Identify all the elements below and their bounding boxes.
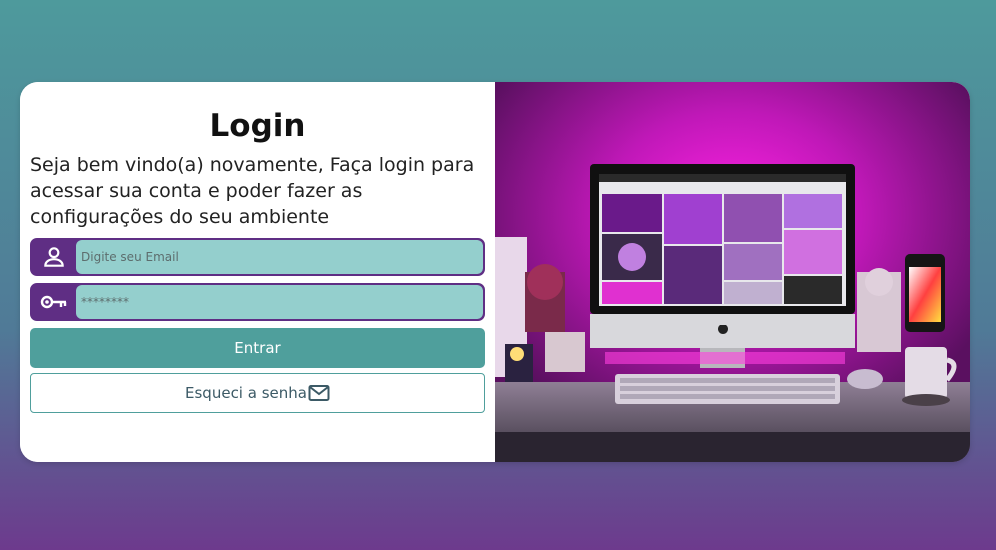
welcome-text: Seja bem vindo(a) novamente, Faça login … xyxy=(30,154,475,228)
password-field-group xyxy=(30,283,485,321)
forgot-password-button[interactable]: Esqueci a senha xyxy=(30,373,485,413)
key-icon xyxy=(32,285,76,319)
page-title: Login xyxy=(209,108,306,144)
enter-button[interactable]: Entrar xyxy=(30,328,485,368)
user-icon xyxy=(32,240,76,274)
forgot-password-label: Esqueci a senha xyxy=(185,384,307,402)
desk-setup-image xyxy=(495,82,970,462)
password-input[interactable] xyxy=(76,285,483,319)
email-input[interactable] xyxy=(76,240,483,274)
mail-icon xyxy=(308,384,330,402)
login-panel: Login Seja bem vindo(a) novamente, Faça … xyxy=(20,82,495,462)
email-field-group xyxy=(30,238,485,276)
login-card: Login Seja bem vindo(a) novamente, Faça … xyxy=(20,82,970,462)
